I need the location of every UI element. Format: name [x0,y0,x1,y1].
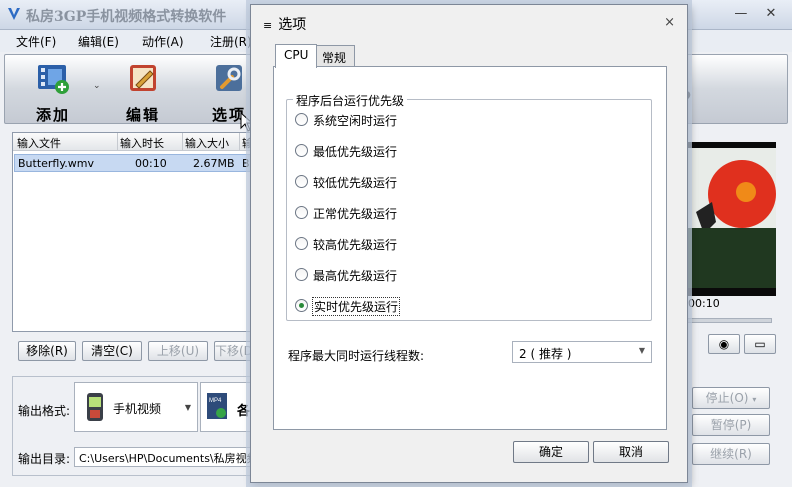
preview-image [686,142,776,296]
dialog-tabs: CPU 常规 [275,44,667,68]
resume-button[interactable]: 继续(R) [692,443,770,465]
file-list[interactable]: 输入文件 输入时长 输入大小 输出 Butterfly.wmv 00:10 2.… [12,132,253,332]
clear-button[interactable]: 清空(C) [82,341,142,361]
file-list-header: 输入文件 输入时长 输入大小 输出 [13,133,253,151]
close-button[interactable]: ✕ [758,6,784,21]
snapshot-button[interactable]: ◉ [708,334,740,354]
window-icon: ▭ [754,337,766,351]
priority-lowest-radio[interactable] [295,144,308,157]
priority-idle-radio[interactable] [295,113,308,126]
edit-label: 编辑 [125,106,160,124]
threads-label: 程序最大同时运行线程数: [288,349,425,363]
wrench-icon [216,65,242,91]
priority-above-normal-radio[interactable] [295,237,308,250]
fullscreen-button[interactable]: ▭ [744,334,776,354]
output-format-select-2[interactable]: MP4 各类 [200,382,252,432]
threads-select[interactable]: 2 ( 推荐 ) ▼ [512,341,652,363]
add-dropdown-icon[interactable]: ⌄ [93,81,101,91]
tab-cpu[interactable]: CPU [275,44,318,68]
col-input-file[interactable]: 输入文件 [17,135,115,151]
cpu-tab-page: 程序后台运行优先级 系统空闲时运行 最低优先级运行 较低优先级运行 正常优先级运… [273,66,667,430]
row-size: 2.67MB [193,157,235,170]
priority-realtime-radio[interactable] [295,299,308,312]
add-label: 添加 [35,106,70,124]
row-duration: 00:10 [135,157,167,170]
preview-time: 00:10 [688,297,720,310]
app-title: 私房3GP手机视频格式转换软件 [26,9,227,25]
dialog-menu-icon: ≡ [263,19,273,32]
menu-register[interactable]: 注册(R) [210,33,252,50]
output-format-value: 手机视频 [113,402,162,416]
minimize-button[interactable]: — [728,6,754,21]
dialog-title: ≡ 选项 [263,17,307,33]
table-row[interactable]: Butterfly.wmv 00:10 2.67MB Butt [14,154,252,172]
edit-pencil-icon [130,65,156,91]
threads-dropdown-icon: ▼ [638,346,645,355]
stop-button[interactable]: 停止(O) ▾ [692,387,770,409]
priority-normal-radio[interactable] [295,206,308,219]
menu-action[interactable]: 动作(A) [142,33,184,50]
window-controls: — ✕ [728,6,784,21]
remove-button[interactable]: 移除(R) [18,341,76,361]
pause-button[interactable]: 暂停(P) [692,414,770,436]
app-logo-icon [8,8,20,20]
output-dir-field[interactable]: C:\Users\HP\Documents\私房视频\ [74,447,252,467]
options-dialog: ≡ 选项 × CPU 常规 程序后台运行优先级 系统空闲时运行 最低优先级运行 较… [250,4,688,483]
video-preview [686,142,776,296]
output-format-label: 输出格式: [18,404,71,418]
camera-icon: ◉ [718,337,730,351]
ok-button[interactable]: 确定 [513,441,589,463]
output-format-select[interactable]: 手机视频 ▼ [74,382,198,432]
row-filename: Butterfly.wmv [18,157,95,170]
move-down-button[interactable]: 下移(D) [214,341,252,361]
format-dropdown-icon: ▼ [184,403,191,412]
film-add-icon [38,65,69,94]
priority-highest-radio[interactable] [295,268,308,281]
threads-value: 2 ( 推荐 ) [519,347,572,361]
mp4-file-icon: MP4 [207,393,227,419]
move-up-button[interactable]: 上移(U) [148,341,208,361]
col-input-size[interactable]: 输入大小 [185,135,237,151]
dialog-title-bar: ≡ 选项 × [251,5,687,39]
priority-below-normal-radio[interactable] [295,175,308,188]
menu-file[interactable]: 文件(F) [16,33,56,50]
dialog-close-button[interactable]: × [664,15,675,30]
tab-general[interactable]: 常规 [313,45,356,67]
svg-text:MP4: MP4 [209,398,222,404]
add-button[interactable]: 添加 [23,61,83,125]
output-dir-label: 输出目录: [18,452,71,466]
priority-group: 程序后台运行优先级 系统空闲时运行 最低优先级运行 较低优先级运行 正常优先级运… [286,92,652,321]
edit-button[interactable]: 编辑 [113,61,173,125]
priority-group-title: 程序后台运行优先级 [293,92,408,109]
seek-bar[interactable] [686,318,772,323]
cancel-button[interactable]: 取消 [593,441,669,463]
menu-edit[interactable]: 编辑(E) [78,33,119,50]
mobile-phone-icon [87,393,103,421]
col-input-duration[interactable]: 输入时长 [120,135,180,151]
